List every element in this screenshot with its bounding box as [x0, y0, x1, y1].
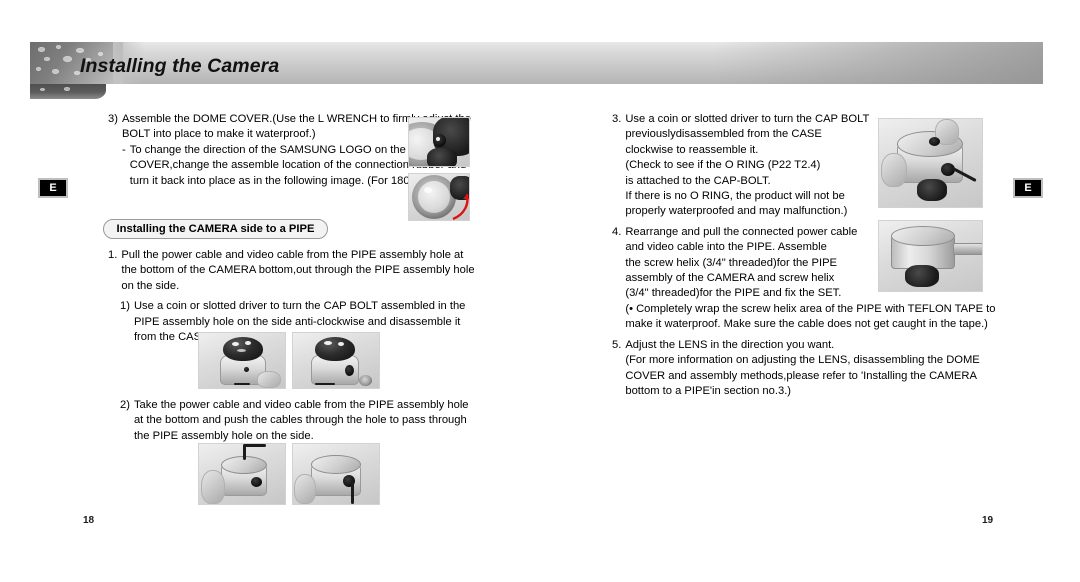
banner-lower-tab — [30, 84, 106, 99]
bubble-decoration-icon — [76, 48, 84, 53]
dome-cover-underside-shape — [917, 179, 947, 201]
photo-camera-side-capbolt-driver — [198, 332, 286, 389]
right-item-4-note: (• Completely wrap the screw helix area … — [625, 302, 996, 331]
cable-shape — [315, 383, 335, 385]
language-marker-left: E — [38, 178, 68, 198]
highlight-shape — [237, 349, 246, 352]
bubble-decoration-icon — [44, 57, 50, 61]
hand-shape — [294, 474, 316, 504]
photo-camera-assembled-to-pipe — [878, 220, 983, 292]
left-item-1: 1. Pull the power cable and video cable … — [108, 248, 480, 294]
right-item-3-marker: 3. — [612, 113, 622, 125]
left-item-1-sub-2-text: Take the power cable and video cable fro… — [133, 399, 469, 442]
photo-dome-cover-connection-rubber — [408, 173, 470, 221]
section-heading-label: Installing the CAMERA side to a PIPE — [116, 223, 315, 235]
bubble-decoration-icon — [63, 56, 72, 62]
left-item-1-marker: 1. — [108, 249, 118, 261]
left-item-1-sub-2-marker: 2) — [120, 399, 130, 411]
left-column-step-2: 2) Take the power cable and video cable … — [108, 398, 480, 444]
photo-hand-turning-capbolt — [878, 118, 983, 208]
bubble-decoration-icon — [36, 67, 41, 71]
page-number-right: 19 — [982, 515, 994, 526]
photo-dome-cover-bolt-closeup — [408, 117, 470, 167]
cable-shape — [234, 383, 250, 385]
left-item-1-text: Pull the power cable and video cable fro… — [121, 249, 475, 292]
connection-rubber-shape — [450, 176, 469, 200]
side-hole-shape — [251, 477, 262, 487]
highlight-shape — [232, 342, 239, 346]
side-hole-open-shape — [345, 365, 354, 376]
right-item-5: 5. Adjust the LENS in the direction you … — [612, 338, 1002, 400]
photo-camera-cable-routing — [198, 443, 286, 505]
language-marker-right: E — [1013, 178, 1043, 198]
right-item-4-marker: 4. — [612, 225, 622, 238]
bubble-decoration-icon — [40, 88, 45, 91]
cable-shape — [351, 480, 354, 504]
highlight-shape — [338, 342, 344, 346]
dome-cover-shape — [905, 265, 939, 287]
hand-left-shape — [881, 153, 907, 187]
shadow-shape — [427, 148, 457, 166]
hand-shape — [257, 371, 281, 388]
cable-shape — [244, 444, 266, 447]
bubble-decoration-icon — [64, 87, 70, 91]
camera-bottom-plate-shape — [311, 455, 361, 474]
highlight-shape — [324, 341, 332, 345]
left-column-steps: 1. Pull the power cable and video cable … — [108, 248, 480, 345]
banner-gradient-overlay — [713, 42, 1043, 84]
right-item-5-marker: 5. — [612, 338, 622, 351]
bolt-head-shape — [433, 134, 446, 147]
bubble-decoration-icon — [56, 45, 61, 49]
left-item-3-marker: 3) — [108, 113, 118, 125]
page-number-left: 18 — [83, 515, 95, 526]
highlight-shape — [424, 187, 432, 193]
left-item-1-sub-1-marker: 1) — [120, 300, 130, 313]
highlight-shape — [245, 341, 251, 345]
removed-capbolt-shape — [359, 375, 372, 386]
hand-shape — [201, 470, 225, 504]
capbolt-shape — [929, 137, 940, 146]
bubble-decoration-icon — [38, 47, 45, 52]
photo-camera-cable-through-side-hole — [292, 443, 380, 505]
bubble-decoration-icon — [52, 69, 59, 74]
page-title: Installing the Camera — [80, 55, 280, 77]
right-item-5-line-1: Adjust the LENS in the direction you wan… — [625, 338, 835, 351]
left-item-1-sub-2: 2) Take the power cable and video cable … — [120, 398, 480, 444]
highlight-shape — [436, 137, 440, 141]
section-heading-pill: Installing the CAMERA side to a PIPE — [103, 219, 328, 239]
side-hole-shape — [244, 367, 249, 372]
dome-cover-lens-shape — [418, 181, 450, 213]
pipe-shape — [953, 243, 982, 255]
photo-camera-side-capbolt-removed — [292, 332, 380, 389]
right-item-5-note: (For more information on adjusting the L… — [625, 354, 980, 397]
dome-cover-shape — [315, 337, 355, 361]
camera-top-plate-shape — [891, 226, 955, 246]
